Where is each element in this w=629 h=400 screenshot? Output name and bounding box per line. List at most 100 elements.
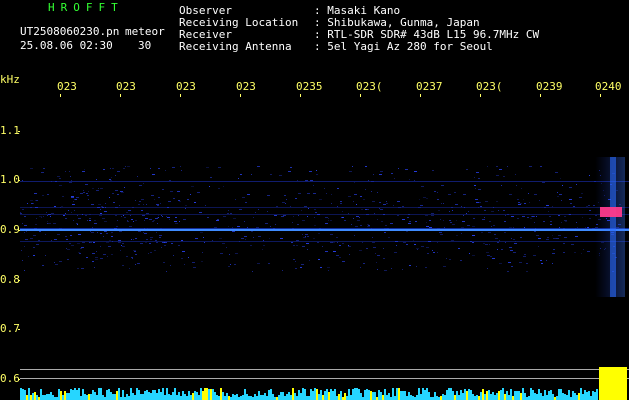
noise-pixel — [536, 216, 537, 217]
power-bar — [268, 390, 270, 400]
noise-pixel — [518, 202, 520, 203]
power-bar — [436, 396, 438, 400]
noise-pixel — [583, 249, 584, 250]
noise-pixel — [509, 227, 512, 228]
noise-pixel — [485, 201, 488, 202]
power-bar — [262, 395, 264, 400]
power-bar — [370, 391, 372, 400]
power-bar — [214, 392, 216, 400]
noise-pixel — [184, 264, 185, 265]
noise-pixel — [359, 250, 362, 251]
noise-pixel — [427, 253, 429, 254]
noise-pixel — [89, 220, 91, 221]
noise-pixel — [497, 242, 499, 243]
noise-pixel — [67, 249, 70, 250]
noise-pixel — [188, 257, 189, 258]
noise-pixel — [316, 170, 317, 171]
noise-pixel — [372, 242, 375, 243]
noise-pixel — [305, 180, 308, 181]
noise-pixel — [194, 202, 196, 203]
power-bar — [154, 390, 156, 400]
noise-pixel — [50, 216, 51, 217]
noise-pixel — [175, 223, 178, 224]
noise-pixel — [543, 221, 545, 222]
noise-pixel — [161, 247, 162, 248]
noise-pixel — [472, 226, 475, 227]
power-bar — [158, 389, 160, 400]
noise-pixel — [283, 215, 286, 216]
noise-pixel — [306, 243, 309, 244]
noise-pixel — [390, 223, 393, 224]
power-bar — [314, 388, 316, 400]
noise-pixel — [149, 243, 151, 244]
noise-pixel — [118, 240, 121, 241]
noise-pixel — [431, 213, 434, 214]
noise-pixel — [518, 204, 521, 205]
noise-pixel — [153, 220, 155, 221]
noise-pixel — [414, 244, 416, 245]
noise-pixel — [135, 220, 137, 221]
noise-pixel — [233, 218, 236, 219]
hrofft-screen: HROFFT UT2508060230.pn meteor 25.08.06 0… — [0, 0, 629, 400]
noise-pixel — [373, 247, 376, 248]
noise-pixel — [383, 204, 386, 205]
noise-pixel — [104, 221, 107, 222]
noise-pixel — [146, 239, 148, 240]
power-bar — [160, 392, 162, 400]
x-tick-label: 023 — [116, 80, 136, 93]
power-bar — [40, 389, 42, 400]
noise-pixel — [549, 216, 551, 217]
noise-pixel — [167, 217, 170, 218]
noise-pixel — [354, 235, 355, 236]
noise-pixel — [71, 180, 72, 181]
noise-pixel — [115, 215, 117, 216]
noise-pixel — [159, 235, 162, 236]
noise-pixel — [175, 217, 177, 218]
noise-pixel — [34, 193, 37, 194]
noise-pixel — [355, 226, 358, 227]
noise-pixel — [472, 235, 475, 236]
noise-pixel — [384, 232, 386, 233]
noise-pixel — [367, 209, 369, 210]
noise-pixel — [168, 201, 171, 202]
power-bar — [244, 389, 246, 400]
noise-pixel — [317, 242, 319, 243]
noise-pixel — [367, 226, 370, 227]
power-peak — [599, 367, 627, 400]
noise-pixel — [164, 245, 166, 246]
power-bar — [24, 390, 26, 400]
noise-pixel — [290, 167, 292, 168]
noise-pixel — [82, 242, 85, 243]
noise-pixel — [523, 199, 524, 200]
power-bar — [394, 396, 396, 400]
power-bar — [58, 389, 60, 400]
noise-pixel — [425, 267, 427, 268]
noise-pixel — [135, 238, 137, 239]
power-bar — [174, 388, 176, 400]
noise-pixel — [142, 215, 145, 216]
noise-pixel — [267, 195, 270, 196]
noise-pixel — [143, 204, 144, 205]
power-bar — [290, 395, 292, 400]
noise-pixel — [562, 185, 563, 186]
noise-pixel — [542, 182, 545, 183]
noise-pixel — [255, 212, 256, 213]
noise-pixel — [46, 212, 47, 213]
noise-pixel — [443, 220, 444, 221]
noise-pixel — [429, 227, 432, 228]
noise-pixel — [256, 227, 259, 228]
noise-pixel — [109, 197, 110, 198]
noise-pixel — [173, 198, 175, 199]
noise-pixel — [508, 262, 511, 263]
noise-pixel — [357, 220, 360, 221]
noise-pixel — [166, 216, 167, 217]
power-bar — [326, 389, 328, 400]
power-bar — [74, 388, 76, 400]
power-bar — [454, 395, 456, 400]
x-tick-label: 023( — [356, 80, 383, 93]
noise-pixel — [443, 203, 444, 204]
noise-pixel — [366, 248, 368, 249]
noise-pixel — [129, 268, 130, 269]
noise-pixel — [379, 202, 381, 203]
noise-pixel — [451, 240, 454, 241]
